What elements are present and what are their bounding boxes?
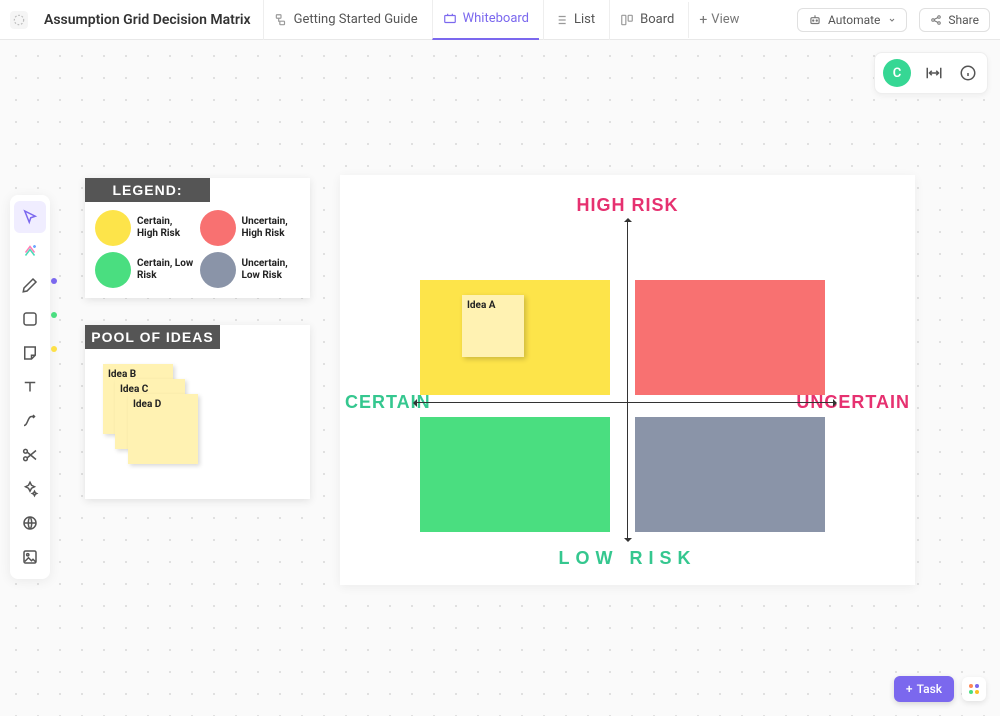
tab-board[interactable]: Board bbox=[609, 0, 684, 40]
legend-title: LEGEND: bbox=[85, 178, 210, 202]
task-button[interactable]: + Task bbox=[894, 676, 954, 702]
generate-tool[interactable] bbox=[14, 235, 46, 267]
avatar[interactable]: C bbox=[883, 59, 911, 87]
plus-icon: + bbox=[699, 12, 707, 28]
legend-label: Uncertain, High Risk bbox=[242, 216, 301, 240]
pool-title: POOL OF IDEAS bbox=[85, 325, 220, 349]
tab-list[interactable]: List bbox=[543, 0, 605, 40]
legend-grid: Certain, High Risk Uncertain, High Risk … bbox=[85, 202, 310, 298]
info-icon[interactable] bbox=[957, 62, 979, 84]
color-chip-purple[interactable] bbox=[51, 278, 57, 284]
automate-button[interactable]: Automate bbox=[797, 8, 907, 32]
apps-button[interactable] bbox=[962, 677, 986, 701]
shape-tool[interactable] bbox=[14, 303, 46, 335]
canvas-top-right-controls: C bbox=[874, 52, 988, 94]
legend-item: Uncertain, High Risk bbox=[200, 210, 301, 246]
scissors-tool[interactable] bbox=[14, 439, 46, 471]
color-chip-yellow[interactable] bbox=[51, 346, 57, 352]
tab-whiteboard[interactable]: Whiteboard bbox=[432, 0, 539, 40]
tab-label: List bbox=[574, 12, 595, 27]
pool-panel[interactable]: POOL OF IDEAS Idea B Idea C Idea D bbox=[85, 325, 310, 499]
share-label: Share bbox=[948, 13, 979, 27]
legend-item: Uncertain, Low Risk bbox=[200, 252, 301, 288]
chevron-down-icon bbox=[888, 16, 896, 24]
page-title[interactable]: Assumption Grid Decision Matrix bbox=[36, 8, 259, 32]
legend-label: Uncertain, Low Risk bbox=[242, 258, 301, 282]
select-tool[interactable] bbox=[14, 201, 46, 233]
board-icon bbox=[620, 13, 634, 27]
robot-icon bbox=[808, 13, 822, 27]
pen-tool[interactable] bbox=[14, 269, 46, 301]
share-button[interactable]: Share bbox=[919, 8, 990, 32]
legend-item: Certain, High Risk bbox=[95, 210, 196, 246]
image-tool[interactable] bbox=[14, 541, 46, 573]
add-view-button[interactable]: + View bbox=[688, 2, 749, 38]
whiteboard-canvas[interactable]: C bbox=[0, 40, 1000, 716]
tab-label: Board bbox=[640, 12, 674, 27]
legend-item: Certain, Low Risk bbox=[95, 252, 196, 288]
tab-label: Whiteboard bbox=[463, 11, 529, 26]
legend-label: Certain, Low Risk bbox=[137, 258, 196, 282]
text-tool[interactable] bbox=[14, 371, 46, 403]
sticky-tool[interactable] bbox=[14, 337, 46, 369]
legend-panel[interactable]: LEGEND: Certain, High Risk Uncertain, Hi… bbox=[85, 178, 310, 298]
add-view-label: View bbox=[711, 12, 739, 27]
automate-label: Automate bbox=[828, 13, 880, 27]
fit-width-icon[interactable] bbox=[923, 62, 945, 84]
bottom-right-controls: + Task bbox=[894, 676, 986, 702]
share-icon bbox=[930, 14, 942, 26]
swatch-circle bbox=[95, 210, 131, 246]
swatch-circle bbox=[95, 252, 131, 288]
whiteboard-icon bbox=[443, 12, 457, 26]
axis-vertical bbox=[627, 220, 628, 540]
tab-label: Getting Started Guide bbox=[294, 12, 418, 27]
ai-tool[interactable] bbox=[14, 473, 46, 505]
connector-tool[interactable] bbox=[14, 405, 46, 437]
quadrant-uncertain-high[interactable] bbox=[635, 280, 825, 395]
list-icon bbox=[554, 13, 568, 27]
tab-getting-started[interactable]: Getting Started Guide bbox=[263, 0, 428, 40]
axis-horizontal bbox=[415, 402, 835, 403]
doc-icon bbox=[10, 11, 28, 29]
pool-sticky-area: Idea B Idea C Idea D bbox=[85, 359, 310, 469]
sticky-note[interactable]: Idea D bbox=[128, 394, 198, 464]
doc-tree-icon bbox=[274, 13, 288, 27]
swatch-circle bbox=[200, 210, 236, 246]
axis-label-top: HIGH RISK bbox=[576, 195, 678, 216]
top-bar: Assumption Grid Decision Matrix Getting … bbox=[0, 0, 1000, 40]
web-tool[interactable] bbox=[14, 507, 46, 539]
left-toolbar bbox=[10, 195, 50, 579]
swatch-circle bbox=[200, 252, 236, 288]
sticky-note-placed[interactable]: Idea A bbox=[462, 295, 524, 357]
apps-icon bbox=[969, 684, 979, 694]
matrix-panel[interactable]: HIGH RISK LOW RISK CERTAIN UNCERTAIN Ide… bbox=[340, 175, 915, 585]
task-button-label: Task bbox=[917, 682, 942, 696]
quadrant-certain-low[interactable] bbox=[420, 417, 610, 532]
axis-label-bottom: LOW RISK bbox=[559, 548, 697, 569]
plus-icon: + bbox=[906, 682, 913, 696]
legend-label: Certain, High Risk bbox=[137, 216, 196, 240]
quadrant-uncertain-low[interactable] bbox=[635, 417, 825, 532]
color-chip-green[interactable] bbox=[51, 312, 57, 318]
